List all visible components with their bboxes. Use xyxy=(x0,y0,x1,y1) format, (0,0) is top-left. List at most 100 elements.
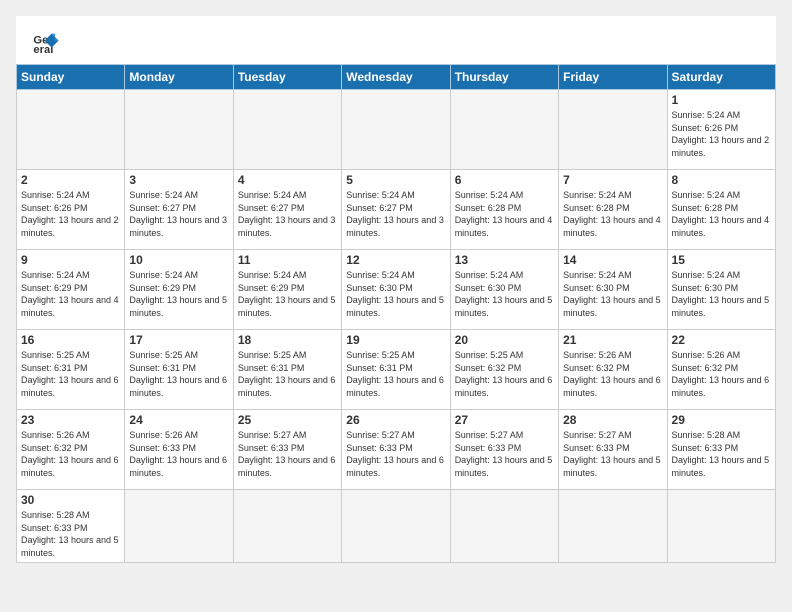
calendar-cell: 28Sunrise: 5:27 AM Sunset: 6:33 PM Dayli… xyxy=(559,410,667,490)
calendar-cell: 6 Sunrise: 5:24 AM Sunset: 6:28 PM Daylig… xyxy=(450,170,558,250)
day-number: 3 xyxy=(129,173,228,187)
calendar-cell xyxy=(17,90,125,170)
day-number: 23 xyxy=(21,413,120,427)
calendar-cell xyxy=(342,490,450,563)
day-number: 28 xyxy=(563,413,662,427)
day-number: 14 xyxy=(563,253,662,267)
day-info: Sunrise: 5:24 AM Sunset: 6:30 PM Dayligh… xyxy=(346,269,445,319)
day-info: Sunrise: 5:24 AM Sunset: 6:29 PM Dayligh… xyxy=(238,269,337,319)
day-number: 30 xyxy=(21,493,120,507)
calendar-cell: 26Sunrise: 5:27 AM Sunset: 6:33 PM Dayli… xyxy=(342,410,450,490)
day-number: 18 xyxy=(238,333,337,347)
day-number: 15 xyxy=(672,253,771,267)
day-header-sunday: Sunday xyxy=(17,65,125,90)
calendar-cell: 30 Sunrise: 5:28 AM Sunset: 6:33 PM Dayli… xyxy=(17,490,125,563)
day-number: 25 xyxy=(238,413,337,427)
logo-icon: Gen eral xyxy=(32,28,60,56)
calendar-cell: 21Sunrise: 5:26 AM Sunset: 6:32 PM Dayli… xyxy=(559,330,667,410)
calendar-cell xyxy=(450,490,558,563)
calendar-cell xyxy=(559,490,667,563)
day-header-tuesday: Tuesday xyxy=(233,65,341,90)
calendar-cell: 23Sunrise: 5:26 AM Sunset: 6:32 PM Dayli… xyxy=(17,410,125,490)
day-info: Sunrise: 5:24 AM Sunset: 6:29 PM Dayligh… xyxy=(21,269,120,319)
calendar-cell: 15 Sunrise: 5:24 AM Sunset: 6:30 PM Dayli… xyxy=(667,250,775,330)
calendar-cell: 29 Sunrise: 5:28 AM Sunset: 6:33 PM Dayli… xyxy=(667,410,775,490)
day-number: 29 xyxy=(672,413,771,427)
calendar-cell: 14 Sunrise: 5:24 AM Sunset: 6:30 PM Dayli… xyxy=(559,250,667,330)
day-info: Sunrise: 5:24 AM Sunset: 6:27 PM Dayligh… xyxy=(346,189,445,239)
day-number: 19 xyxy=(346,333,445,347)
day-info: Sunrise: 5:24 AM Sunset: 6:30 PM Dayligh… xyxy=(563,269,662,319)
day-info: Sunrise: 5:24 AM Sunset: 6:28 PM Dayligh… xyxy=(455,189,554,239)
day-info: Sunrise: 5:27 AM Sunset: 6:33 PM Dayligh… xyxy=(238,429,337,479)
day-number: 6 xyxy=(455,173,554,187)
day-header-saturday: Saturday xyxy=(667,65,775,90)
day-info: Sunrise: 5:24 AM Sunset: 6:26 PM Dayligh… xyxy=(672,109,771,159)
day-info: Sunrise: 5:26 AM Sunset: 6:32 PM Dayligh… xyxy=(563,349,662,399)
day-number: 12 xyxy=(346,253,445,267)
calendar-table: SundayMondayTuesdayWednesdayThursdayFrid… xyxy=(16,64,776,563)
day-number: 27 xyxy=(455,413,554,427)
day-info: Sunrise: 5:24 AM Sunset: 6:29 PM Dayligh… xyxy=(129,269,228,319)
day-info: Sunrise: 5:24 AM Sunset: 6:30 PM Dayligh… xyxy=(672,269,771,319)
day-info: Sunrise: 5:28 AM Sunset: 6:33 PM Dayligh… xyxy=(21,509,120,559)
day-number: 1 xyxy=(672,93,771,107)
day-info: Sunrise: 5:25 AM Sunset: 6:32 PM Dayligh… xyxy=(455,349,554,399)
day-number: 26 xyxy=(346,413,445,427)
calendar-cell: 1 Sunrise: 5:24 AM Sunset: 6:26 PM Daylig… xyxy=(667,90,775,170)
calendar-cell: 4 Sunrise: 5:24 AM Sunset: 6:27 PM Daylig… xyxy=(233,170,341,250)
day-number: 22 xyxy=(672,333,771,347)
calendar-cell xyxy=(233,90,341,170)
calendar-cell: 17 Sunrise: 5:25 AM Sunset: 6:31 PM Dayli… xyxy=(125,330,233,410)
calendar-cell: 19 Sunrise: 5:25 AM Sunset: 6:31 PM Dayli… xyxy=(342,330,450,410)
day-number: 13 xyxy=(455,253,554,267)
day-number: 10 xyxy=(129,253,228,267)
day-info: Sunrise: 5:24 AM Sunset: 6:27 PM Dayligh… xyxy=(238,189,337,239)
day-number: 9 xyxy=(21,253,120,267)
calendar-cell: 25 Sunrise: 5:27 AM Sunset: 6:33 PM Dayli… xyxy=(233,410,341,490)
calendar-cell: 16 Sunrise: 5:25 AM Sunset: 6:31 PM Dayli… xyxy=(17,330,125,410)
calendar-cell xyxy=(559,90,667,170)
day-info: Sunrise: 5:24 AM Sunset: 6:30 PM Dayligh… xyxy=(455,269,554,319)
calendar-page: Gen eral SundayMondayTuesdayWednesdayThu… xyxy=(16,16,776,563)
day-number: 4 xyxy=(238,173,337,187)
day-info: Sunrise: 5:24 AM Sunset: 6:28 PM Dayligh… xyxy=(563,189,662,239)
day-number: 2 xyxy=(21,173,120,187)
calendar-cell: 9 Sunrise: 5:24 AM Sunset: 6:29 PM Daylig… xyxy=(17,250,125,330)
calendar-cell xyxy=(342,90,450,170)
calendar-cell: 11Sunrise: 5:24 AM Sunset: 6:29 PM Dayli… xyxy=(233,250,341,330)
day-number: 24 xyxy=(129,413,228,427)
calendar-cell: 12 Sunrise: 5:24 AM Sunset: 6:30 PM Dayli… xyxy=(342,250,450,330)
day-number: 8 xyxy=(672,173,771,187)
calendar-cell: 2 Sunrise: 5:24 AM Sunset: 6:26 PM Daylig… xyxy=(17,170,125,250)
calendar-cell: 8 Sunrise: 5:24 AM Sunset: 6:28 PM Daylig… xyxy=(667,170,775,250)
calendar-cell xyxy=(125,490,233,563)
calendar-cell: 18 Sunrise: 5:25 AM Sunset: 6:31 PM Dayli… xyxy=(233,330,341,410)
calendar-cell: 3 Sunrise: 5:24 AM Sunset: 6:27 PM Daylig… xyxy=(125,170,233,250)
day-info: Sunrise: 5:24 AM Sunset: 6:27 PM Dayligh… xyxy=(129,189,228,239)
calendar-cell: 5Sunrise: 5:24 AM Sunset: 6:27 PM Daylig… xyxy=(342,170,450,250)
calendar-cell xyxy=(125,90,233,170)
calendar-cell xyxy=(667,490,775,563)
day-info: Sunrise: 5:25 AM Sunset: 6:31 PM Dayligh… xyxy=(21,349,120,399)
calendar-cell: 13 Sunrise: 5:24 AM Sunset: 6:30 PM Dayli… xyxy=(450,250,558,330)
calendar-cell: 27 Sunrise: 5:27 AM Sunset: 6:33 PM Dayli… xyxy=(450,410,558,490)
day-info: Sunrise: 5:24 AM Sunset: 6:26 PM Dayligh… xyxy=(21,189,120,239)
day-info: Sunrise: 5:26 AM Sunset: 6:33 PM Dayligh… xyxy=(129,429,228,479)
day-info: Sunrise: 5:25 AM Sunset: 6:31 PM Dayligh… xyxy=(346,349,445,399)
calendar-cell: 24 Sunrise: 5:26 AM Sunset: 6:33 PM Dayli… xyxy=(125,410,233,490)
day-header-friday: Friday xyxy=(559,65,667,90)
calendar-cell: 7Sunrise: 5:24 AM Sunset: 6:28 PM Daylig… xyxy=(559,170,667,250)
day-info: Sunrise: 5:25 AM Sunset: 6:31 PM Dayligh… xyxy=(129,349,228,399)
day-number: 20 xyxy=(455,333,554,347)
day-info: Sunrise: 5:25 AM Sunset: 6:31 PM Dayligh… xyxy=(238,349,337,399)
day-info: Sunrise: 5:28 AM Sunset: 6:33 PM Dayligh… xyxy=(672,429,771,479)
calendar-cell: 10 Sunrise: 5:24 AM Sunset: 6:29 PM Dayli… xyxy=(125,250,233,330)
logo: Gen eral xyxy=(32,28,64,56)
day-number: 17 xyxy=(129,333,228,347)
day-number: 16 xyxy=(21,333,120,347)
day-info: Sunrise: 5:24 AM Sunset: 6:28 PM Dayligh… xyxy=(672,189,771,239)
calendar-cell: 20 Sunrise: 5:25 AM Sunset: 6:32 PM Dayli… xyxy=(450,330,558,410)
day-info: Sunrise: 5:27 AM Sunset: 6:33 PM Dayligh… xyxy=(455,429,554,479)
calendar-cell xyxy=(450,90,558,170)
